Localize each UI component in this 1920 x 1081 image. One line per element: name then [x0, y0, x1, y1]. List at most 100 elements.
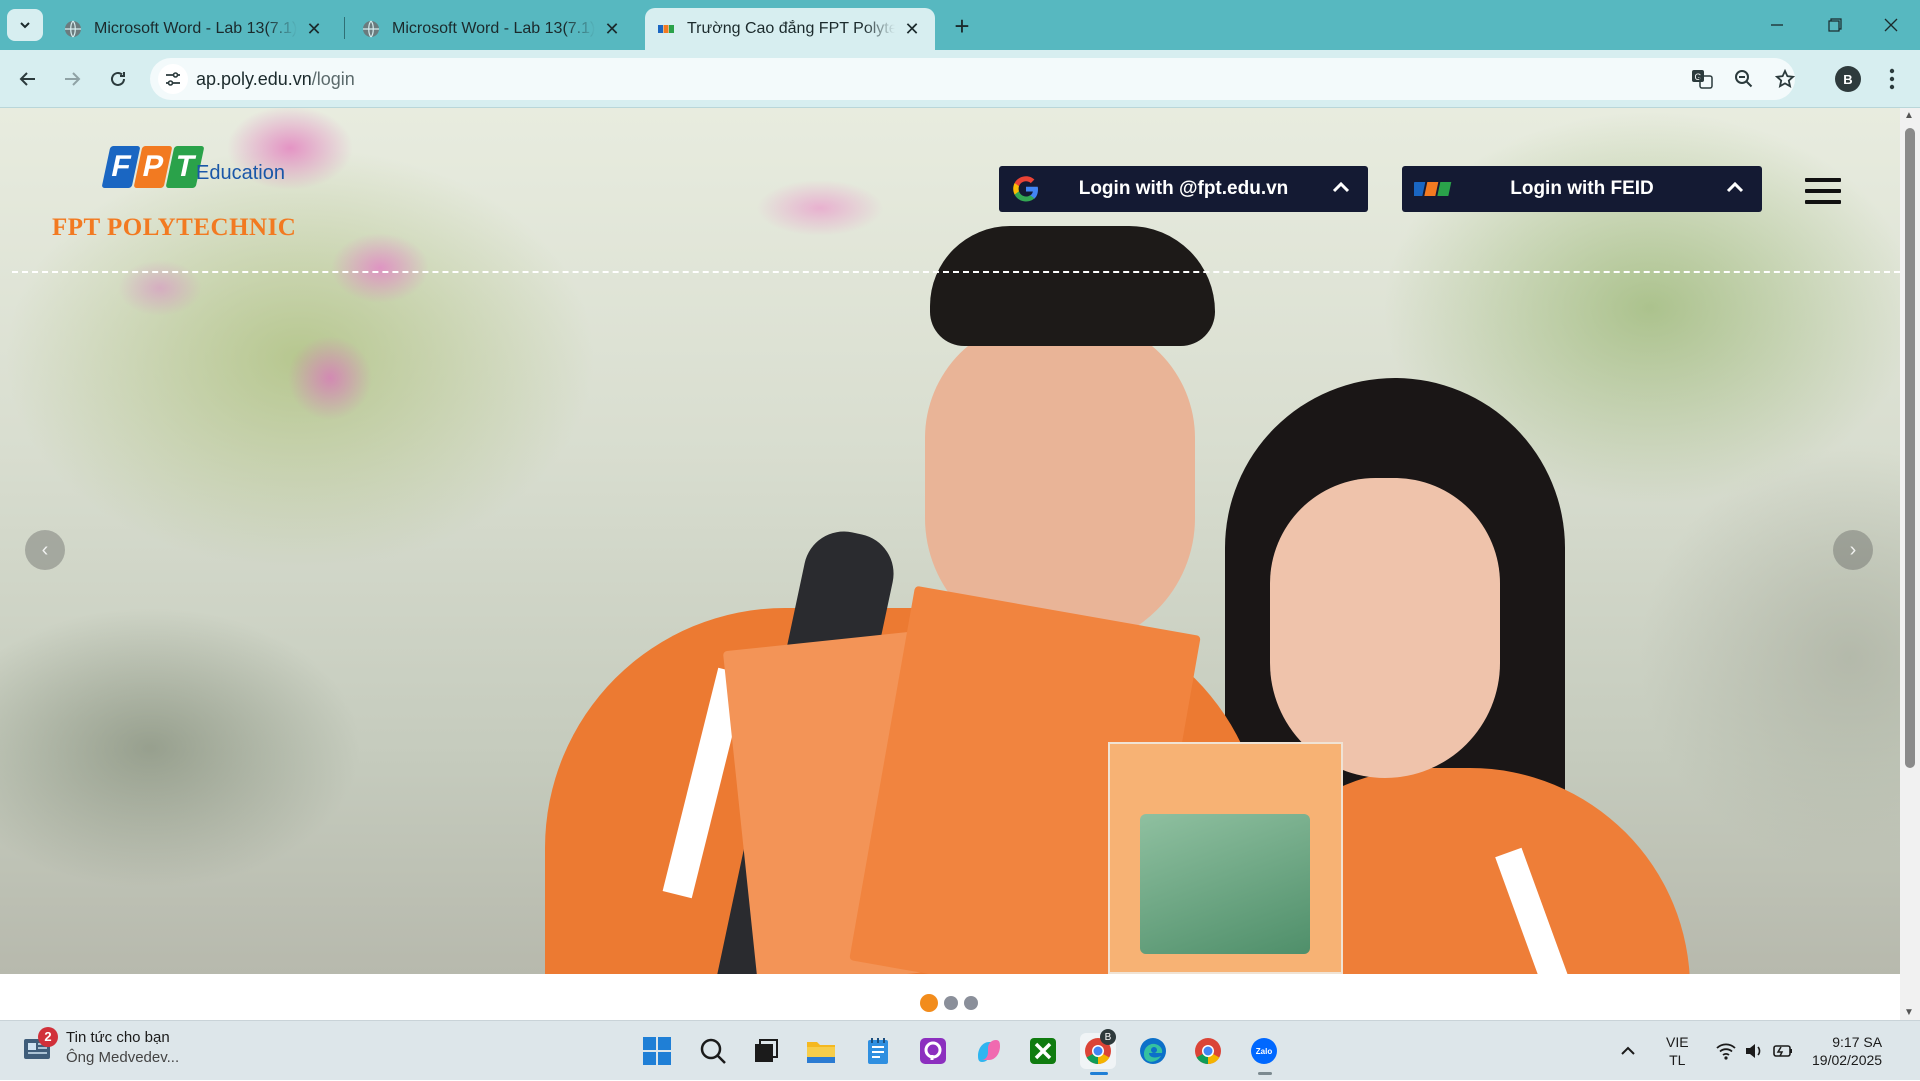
news-widget[interactable]: 2 Tin tức cho bạn Ông Medvedev... — [22, 1026, 180, 1066]
bookmark-button[interactable] — [1772, 66, 1798, 92]
tune-icon — [166, 72, 180, 86]
file-explorer-icon — [807, 1042, 835, 1063]
fpt-polytechnic-logo[interactable]: F P T Education FPT POLYTECHNIC — [52, 138, 332, 258]
restore-button[interactable] — [1806, 0, 1864, 50]
language-indicator[interactable]: VIE TL — [1666, 1021, 1689, 1081]
zalo-button[interactable]: Zalo — [1246, 1033, 1282, 1075]
login-google-button[interactable]: Login with @fpt.edu.vn — [999, 166, 1368, 212]
student-male-hair — [930, 226, 1215, 346]
show-hidden-icons-button[interactable] — [1620, 1021, 1636, 1081]
news-title: Tin tức cho bạn — [66, 1029, 170, 1046]
notepad-button[interactable] — [860, 1033, 896, 1069]
translate-button[interactable]: G — [1689, 66, 1715, 92]
arrow-left-icon — [19, 72, 35, 86]
tab-strip: Microsoft Word - Lab 13(7.1).docx ✕ Micr… — [0, 0, 1920, 50]
copilot-icon — [978, 1040, 1000, 1062]
svg-text:Zalo: Zalo — [1256, 1047, 1273, 1056]
tab-title: Microsoft Word - Lab 13(7.1).docx — [392, 20, 595, 37]
brochure-leaflet — [1108, 742, 1343, 974]
close-icon[interactable]: ✕ — [901, 18, 923, 40]
reload-button[interactable] — [102, 63, 134, 95]
start-button[interactable] — [639, 1033, 675, 1069]
url-path: /login — [311, 69, 355, 89]
tab-word-1[interactable]: Microsoft Word - Lab 13(7.1).docx ✕ — [52, 8, 337, 50]
brochure-photo — [1140, 814, 1310, 954]
login-google-label: Login with @fpt.edu.vn — [1078, 178, 1289, 199]
carousel-prev-button[interactable]: ‹ — [25, 530, 65, 570]
url-text[interactable]: ap.poly.edu.vn/login — [196, 69, 355, 90]
close-icon[interactable]: ✕ — [303, 18, 325, 40]
news-subtitle: Ông Medvedev... — [66, 1049, 180, 1066]
edge-icon — [1140, 1038, 1166, 1064]
tab-fpt-polytechnic[interactable]: Trường Cao đẳng FPT Polytechnic ✕ — [645, 8, 935, 50]
minimize-button[interactable] — [1748, 0, 1806, 50]
chevron-up-icon — [1726, 181, 1744, 193]
site-info-button[interactable] — [158, 64, 188, 94]
xbox-button[interactable] — [1025, 1033, 1061, 1069]
carousel-indicators — [920, 994, 978, 1012]
notepad-icon — [868, 1038, 888, 1064]
carousel-next-button[interactable]: › — [1833, 530, 1873, 570]
battery-icon — [1773, 1045, 1792, 1057]
student-female-face — [1270, 478, 1500, 778]
translate-icon: G — [1692, 70, 1713, 89]
chrome-profile-badge: B — [1100, 1029, 1116, 1045]
volume-icon — [1746, 1044, 1761, 1058]
logo-mark: F P T — [101, 146, 205, 188]
fpt-favicon-icon — [658, 25, 674, 33]
news-badge: 2 — [38, 1026, 58, 1047]
more-vertical-icon — [1889, 68, 1895, 90]
start-icon — [643, 1037, 671, 1065]
chevron-right-icon: › — [1849, 538, 1857, 561]
tab-title: Microsoft Word - Lab 13(7.1).docx — [94, 20, 297, 37]
hamburger-menu-icon[interactable] — [1805, 178, 1841, 204]
profile-avatar[interactable]: B — [1835, 66, 1861, 92]
wifi-icon — [1716, 1043, 1736, 1060]
close-window-button[interactable] — [1862, 0, 1920, 50]
clock-date: 19/02/2025 — [1812, 1052, 1883, 1068]
chevron-left-icon: ‹ — [41, 538, 49, 561]
chrome-active-button[interactable]: B — [1080, 1029, 1116, 1075]
chrome-button[interactable] — [1190, 1033, 1226, 1069]
clock-time: 9:17 SA — [1832, 1034, 1883, 1050]
browser-menu-button[interactable] — [1880, 64, 1904, 94]
app-purple-icon — [920, 1038, 946, 1064]
clock[interactable]: 9:17 SA 19/02/2025 — [1812, 1021, 1882, 1081]
page-viewport: F P T Education FPT POLYTECHNIC Login wi… — [0, 108, 1920, 1020]
search-icon — [700, 1038, 726, 1064]
tab-separator — [344, 17, 345, 39]
zoom-button[interactable] — [1731, 66, 1757, 92]
tab-word-2[interactable]: Microsoft Word - Lab 13(7.1).docx ✕ — [350, 8, 635, 50]
edge-button[interactable] — [1135, 1033, 1171, 1069]
back-button[interactable] — [12, 63, 44, 95]
search-button[interactable] — [695, 1033, 731, 1069]
chrome-icon — [1195, 1038, 1221, 1065]
xbox-icon — [1030, 1038, 1056, 1064]
purple-app-button[interactable] — [915, 1033, 951, 1069]
hero-banner: F P T Education FPT POLYTECHNIC Login wi… — [0, 108, 1900, 974]
zalo-icon: Zalo — [1251, 1038, 1277, 1064]
star-icon — [1775, 69, 1795, 88]
carousel-dot[interactable] — [944, 996, 958, 1010]
file-explorer-button[interactable] — [803, 1033, 839, 1069]
chevron-down-icon — [20, 22, 30, 29]
copilot-button[interactable] — [971, 1033, 1007, 1069]
tab-search-button[interactable] — [7, 9, 43, 41]
new-tab-button[interactable]: + — [948, 11, 976, 41]
close-icon[interactable]: ✕ — [601, 18, 623, 40]
logo-polytechnic-text: FPT POLYTECHNIC — [52, 214, 297, 241]
scroll-up-arrow-icon[interactable]: ▲ — [1904, 110, 1914, 121]
login-feid-button[interactable]: Login with FEID — [1402, 166, 1762, 212]
task-view-button[interactable] — [748, 1033, 784, 1069]
scroll-down-arrow-icon[interactable]: ▼ — [1904, 1007, 1914, 1018]
chevron-up-icon — [1621, 1046, 1635, 1055]
forward-button[interactable] — [56, 63, 88, 95]
input-method: TL — [1669, 1052, 1686, 1068]
carousel-dot[interactable] — [920, 994, 938, 1012]
zoom-out-icon — [1735, 70, 1753, 88]
system-tray[interactable] — [1716, 1021, 1794, 1081]
carousel-dot[interactable] — [964, 996, 978, 1010]
scrollbar-thumb[interactable] — [1905, 128, 1915, 768]
vertical-scrollbar[interactable]: ▲ ▼ — [1900, 108, 1920, 1020]
address-bar[interactable]: ap.poly.edu.vn/login G — [150, 58, 1795, 100]
